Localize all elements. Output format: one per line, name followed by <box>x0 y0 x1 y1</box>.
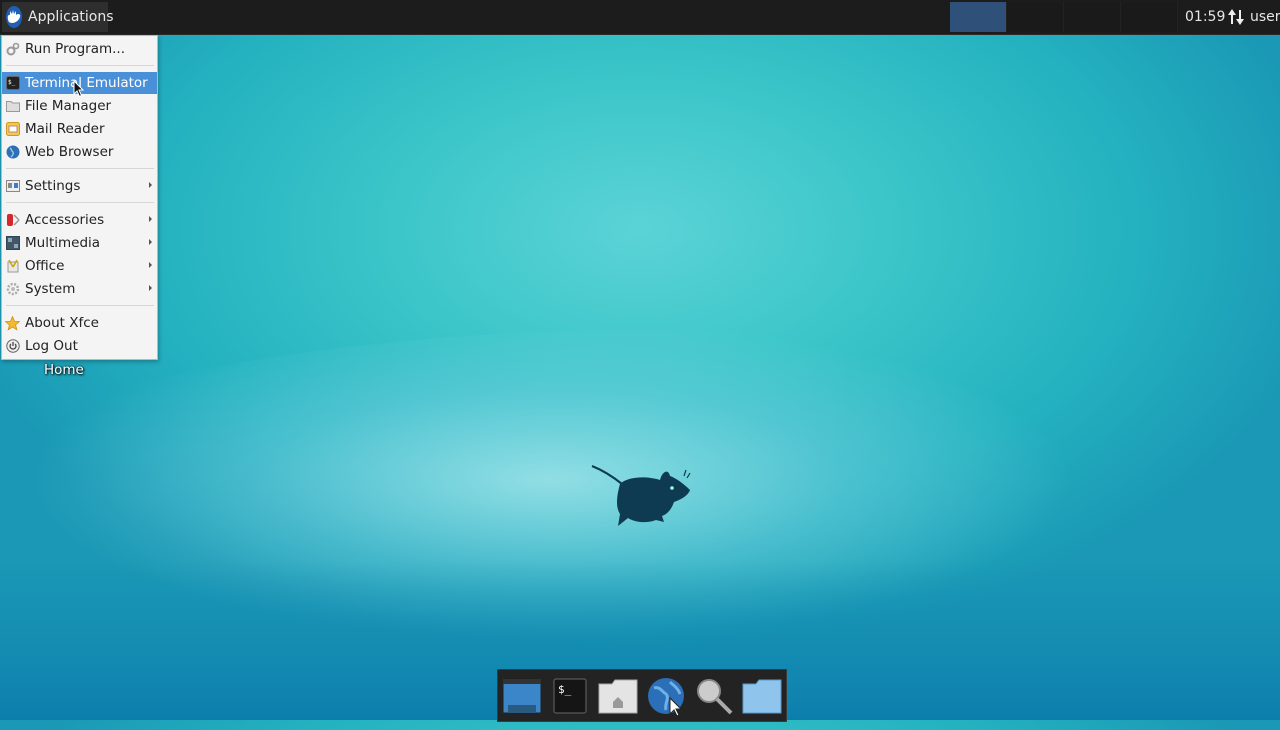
dock-web-browser[interactable] <box>643 673 689 719</box>
accessories-icon <box>5 213 20 228</box>
menu-item-label: Accessories <box>25 212 105 228</box>
menu-item-label: Log Out <box>25 338 78 354</box>
workspace-4[interactable] <box>1121 2 1178 32</box>
settings-icon <box>5 179 20 194</box>
globe-icon <box>5 145 20 160</box>
dock-terminal[interactable]: $_ <box>547 673 593 719</box>
xfce-logo-icon <box>6 6 22 28</box>
run-program-icon <box>5 42 20 57</box>
menu-item-label: Mail Reader <box>25 121 105 137</box>
show-desktop-icon <box>502 678 542 713</box>
network-updown-icon[interactable] <box>1226 7 1246 27</box>
mail-icon <box>5 122 20 137</box>
menu-separator <box>6 305 154 306</box>
magnifier-icon <box>697 678 733 714</box>
menu-item-label: System <box>25 281 76 297</box>
terminal-icon: $_ <box>5 76 20 91</box>
applications-menu-button[interactable]: Applications <box>2 2 114 32</box>
submenu-arrow-icon <box>149 216 152 222</box>
menu-separator <box>6 168 154 169</box>
file-manager-icon <box>5 99 20 114</box>
menu-item-label: File Manager <box>25 98 112 114</box>
menu-item-office[interactable]: Office <box>2 255 157 277</box>
system-gear-icon <box>5 282 20 297</box>
multimedia-icon <box>5 236 20 251</box>
applications-label: Applications <box>28 9 114 25</box>
star-icon <box>5 315 20 331</box>
desktop-icon-home[interactable]: Home <box>44 362 84 378</box>
terminal-icon: $_ <box>553 678 587 713</box>
submenu-arrow-icon <box>149 285 152 291</box>
xfce-mouse-logo-icon <box>591 464 691 526</box>
workspace-switcher <box>950 2 1178 32</box>
menu-separator <box>6 202 154 203</box>
menu-item-label: Office <box>25 258 65 274</box>
menu-item-run-program[interactable]: Run Program... <box>2 38 157 60</box>
dock-show-desktop[interactable] <box>499 673 545 719</box>
svg-text:$_: $_ <box>558 683 572 696</box>
menu-item-settings[interactable]: Settings <box>2 175 157 197</box>
menu-item-web-browser[interactable]: Web Browser <box>2 141 157 163</box>
submenu-arrow-icon <box>149 262 152 268</box>
power-icon <box>5 339 20 354</box>
menu-item-label: About Xfce <box>25 315 99 331</box>
user-menu[interactable]: user <box>1250 9 1280 25</box>
menu-item-system[interactable]: System <box>2 278 157 300</box>
menu-item-about-xfce[interactable]: About Xfce <box>2 312 157 334</box>
menu-item-file-manager[interactable]: File Manager <box>2 95 157 117</box>
menu-item-multimedia[interactable]: Multimedia <box>2 232 157 254</box>
folder-icon <box>742 679 782 713</box>
mouse-cursor-icon <box>73 80 85 98</box>
menu-item-label: Run Program... <box>25 41 126 57</box>
menu-item-label: Web Browser <box>25 144 114 160</box>
menu-item-accessories[interactable]: Accessories <box>2 209 157 231</box>
top-panel: Applications 01:59 user <box>0 0 1280 35</box>
dock-app-finder[interactable] <box>691 673 737 719</box>
office-icon <box>5 259 20 274</box>
menu-item-label: Settings <box>25 178 81 194</box>
home-folder-icon <box>598 679 638 713</box>
workspace-3[interactable] <box>1064 2 1121 32</box>
workspace-2[interactable] <box>1007 2 1064 32</box>
menu-item-label: Terminal Emulator <box>25 75 148 91</box>
workspace-1[interactable] <box>950 2 1007 32</box>
bottom-dock: $_ <box>497 669 787 722</box>
menu-separator <box>6 65 154 66</box>
svg-text:$_: $_ <box>8 79 16 86</box>
dock-home-folder[interactable] <box>595 673 641 719</box>
submenu-arrow-icon <box>149 239 152 245</box>
dock-folder[interactable] <box>739 673 785 719</box>
menu-item-mail-reader[interactable]: Mail Reader <box>2 118 157 140</box>
menu-item-label: Multimedia <box>25 235 101 251</box>
submenu-arrow-icon <box>149 182 152 188</box>
clock[interactable]: 01:59 <box>1185 9 1225 25</box>
globe-icon <box>648 677 684 716</box>
menu-item-log-out[interactable]: Log Out <box>2 335 157 357</box>
